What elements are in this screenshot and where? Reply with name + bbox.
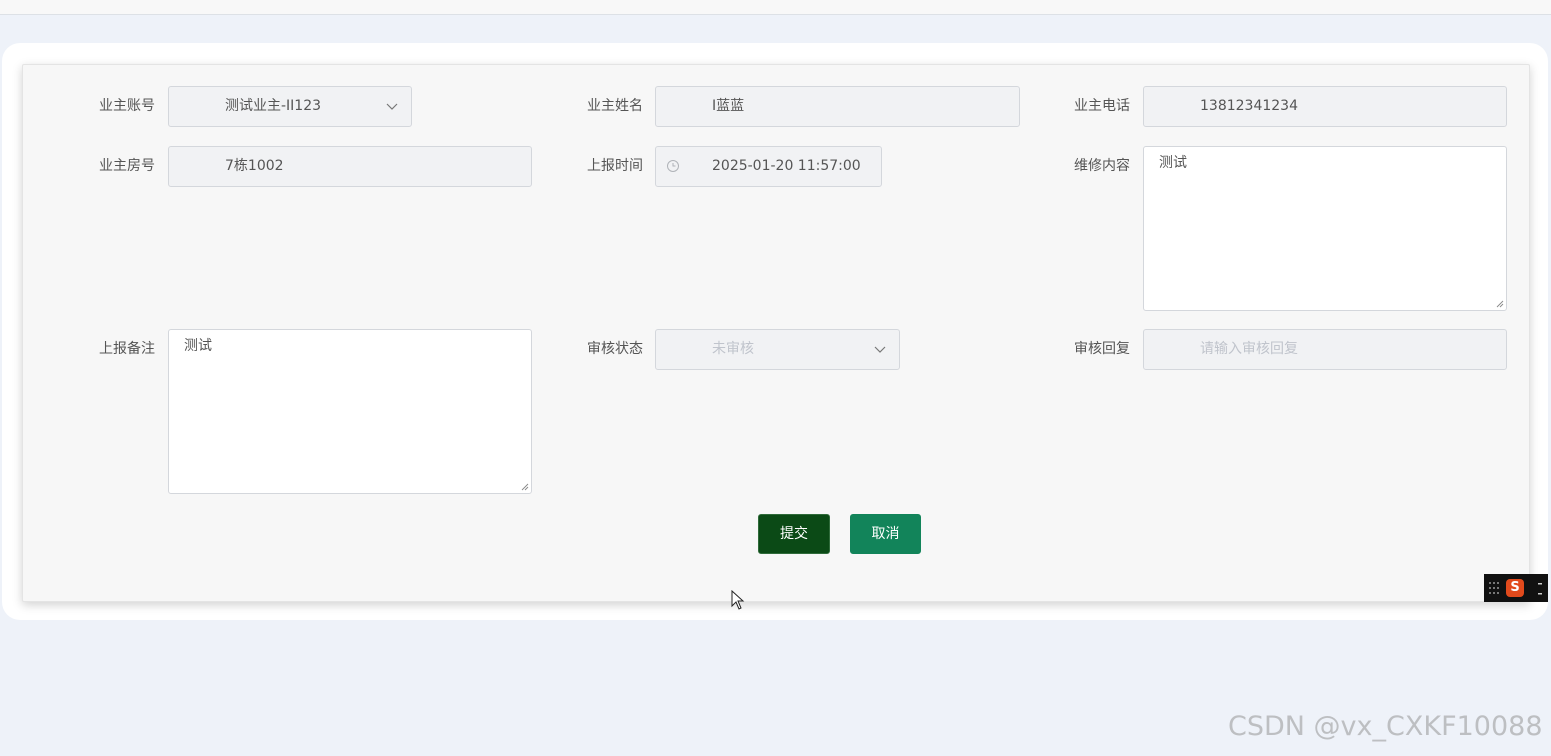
review-reply-field[interactable]: 请输入审核回复 (1143, 329, 1507, 370)
review-status-label: 审核状态 (587, 341, 643, 357)
ime-menu-icon[interactable] (1536, 582, 1544, 596)
room-number-value: 7栋1002 (225, 158, 284, 174)
owner-phone-field[interactable]: 13812341234 (1143, 86, 1507, 127)
repair-content-label: 维修内容 (1074, 158, 1130, 174)
report-time-value: 2025-01-20 11:57:00 (712, 158, 861, 174)
repair-content-textarea[interactable]: 测试 (1143, 146, 1507, 311)
review-reply-label: 审核回复 (1074, 341, 1130, 357)
report-remark-label: 上报备注 (99, 341, 155, 357)
chevron-down-icon (386, 103, 398, 110)
clock-icon (667, 160, 679, 172)
owner-phone-label: 业主电话 (1074, 98, 1130, 114)
owner-name-label: 业主姓名 (587, 98, 643, 114)
top-bar (0, 0, 1551, 15)
repair-review-form: 业主账号 测试业主-II123 业主姓名 I蓝蓝 业主电话 1381234123… (22, 64, 1530, 602)
submit-button[interactable]: 提交 (758, 514, 830, 554)
review-status-value: 未审核 (712, 341, 754, 357)
chevron-down-icon (874, 346, 886, 353)
review-reply-placeholder: 请输入审核回复 (1200, 341, 1298, 357)
owner-phone-value: 13812341234 (1200, 98, 1298, 114)
room-number-field[interactable]: 7栋1002 (168, 146, 532, 187)
owner-account-select[interactable]: 测试业主-II123 (168, 86, 412, 127)
owner-account-label: 业主账号 (99, 98, 155, 114)
report-time-picker[interactable]: 2025-01-20 11:57:00 (655, 146, 882, 187)
resize-grip-icon[interactable] (521, 483, 529, 491)
owner-name-value: I蓝蓝 (712, 98, 745, 114)
cancel-button[interactable]: 取消 (850, 514, 921, 554)
report-remark-textarea[interactable]: 测试 (168, 329, 532, 494)
mouse-cursor-icon (731, 590, 745, 610)
owner-account-value: 测试业主-II123 (225, 98, 322, 114)
ime-toolbar[interactable]: S (1484, 574, 1548, 602)
room-number-label: 业主房号 (99, 158, 155, 174)
watermark: CSDN @vx_CXKF10088 (1228, 711, 1543, 742)
resize-grip-icon[interactable] (1496, 300, 1504, 308)
review-status-select[interactable]: 未审核 (655, 329, 900, 370)
report-time-label: 上报时间 (587, 158, 643, 174)
owner-name-field[interactable]: I蓝蓝 (655, 86, 1020, 127)
report-remark-value: 测试 (184, 338, 212, 354)
grip-icon[interactable] (1488, 580, 1500, 596)
repair-content-value: 测试 (1159, 155, 1187, 171)
sogou-ime-icon[interactable]: S (1506, 579, 1524, 597)
